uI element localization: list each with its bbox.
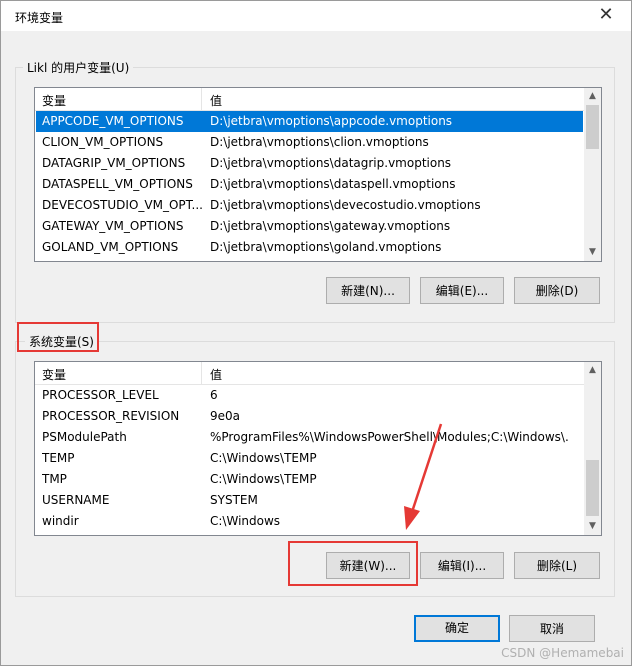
- variable-value: D:\jetbra\vmoptions\datagrip.vmoptions: [210, 156, 452, 170]
- ok-button[interactable]: 确定: [414, 615, 500, 642]
- variable-value: D:\jetbra\vmoptions\appcode.vmoptions: [210, 114, 453, 128]
- variable-value: 6: [210, 388, 218, 402]
- variable-name: TEMP: [42, 451, 75, 465]
- list-row[interactable]: GATEWAY_VM_OPTIONS D:\jetbra\vmoptions\ga…: [36, 216, 583, 237]
- scrollbar-thumb[interactable]: [586, 460, 599, 516]
- variable-name: DEVECOSTUDIO_VM_OPT...: [42, 198, 202, 212]
- scroll-down-icon[interactable]: ▼: [584, 244, 601, 261]
- variable-name: PSModulePath: [42, 430, 127, 444]
- variable-value: D:\jetbra\vmoptions\dataspell.vmoptions: [210, 177, 456, 191]
- list-row[interactable]: GOLAND_VM_OPTIONS D:\jetbra\vmoptions\gol…: [36, 237, 583, 258]
- user-variables-list[interactable]: 变量 值 APPCODE_VM_OPTIONS D:\jetbra\vmoptio…: [34, 87, 602, 262]
- column-divider[interactable]: [201, 362, 202, 384]
- list-header: 变量 值: [35, 362, 584, 385]
- variable-name: GOLAND_VM_OPTIONS: [42, 240, 179, 254]
- list-row[interactable]: APPCODE_VM_OPTIONS D:\jetbra\vmoptions\ap…: [36, 111, 583, 132]
- watermark: CSDN @Hemamebai: [501, 646, 624, 660]
- scrollbar-thumb[interactable]: [586, 105, 599, 149]
- list-row[interactable]: CLION_VM_OPTIONS D:\jetbra\vmoptions\clio…: [36, 132, 583, 153]
- system-variables-list[interactable]: 变量 值 PROCESSOR_LEVEL 6 PROCESSOR_REVISION 9…: [34, 361, 602, 536]
- cancel-button[interactable]: 取消: [509, 615, 595, 642]
- variable-name: windir: [42, 514, 79, 528]
- scroll-up-icon[interactable]: ▲: [584, 362, 601, 379]
- user-edit-button[interactable]: 编辑(E)...: [420, 277, 504, 304]
- variable-name: PROCESSOR_REVISION: [42, 409, 180, 423]
- vertical-scrollbar[interactable]: ▲ ▼: [584, 362, 601, 535]
- column-divider[interactable]: [201, 88, 202, 110]
- user-delete-button[interactable]: 删除(D): [514, 277, 600, 304]
- variable-value: %ProgramFiles%\WindowsPowerShell\Modules…: [210, 430, 570, 444]
- dialog-title: 环境变量: [15, 11, 64, 25]
- scroll-down-icon[interactable]: ▼: [584, 518, 601, 535]
- variable-value: D:\jetbra\vmoptions\goland.vmoptions: [210, 240, 442, 254]
- user-new-button[interactable]: 新建(N)...: [326, 277, 410, 304]
- variable-name: APPCODE_VM_OPTIONS: [42, 114, 184, 128]
- variable-name: PROCESSOR_LEVEL: [42, 388, 159, 402]
- variable-value: D:\jetbra\vmoptions\clion.vmoptions: [210, 135, 429, 149]
- system-delete-button[interactable]: 删除(L): [514, 552, 600, 579]
- system-edit-button[interactable]: 编辑(I)...: [420, 552, 504, 579]
- list-row[interactable]: USERNAME SYSTEM: [36, 490, 583, 511]
- variable-value: SYSTEM: [210, 493, 258, 507]
- variable-value: C:\Windows\TEMP: [210, 472, 317, 486]
- column-header-variable[interactable]: 变量: [42, 92, 66, 109]
- list-row[interactable]: PROCESSOR_LEVEL 6: [36, 385, 583, 406]
- variable-name: CLION_VM_OPTIONS: [42, 135, 164, 149]
- variable-value: D:\jetbra\vmoptions\devecostudio.vmoptio…: [210, 198, 481, 212]
- list-row[interactable]: DEVECOSTUDIO_VM_OPT... D:\jetbra\vmoption…: [36, 195, 583, 216]
- column-header-variable[interactable]: 变量: [42, 366, 66, 383]
- variable-name: DATAGRIP_VM_OPTIONS: [42, 156, 186, 170]
- column-header-value[interactable]: 值: [210, 366, 222, 383]
- list-row[interactable]: DATASPELL_VM_OPTIONS D:\jetbra\vmoptions\…: [36, 174, 583, 195]
- list-row[interactable]: TMP C:\Windows\TEMP: [36, 469, 583, 490]
- list-row[interactable]: windir C:\Windows: [36, 511, 583, 532]
- variable-value: C:\Windows\TEMP: [210, 451, 317, 465]
- close-icon[interactable]: ✕: [595, 4, 617, 26]
- vertical-scrollbar[interactable]: ▲ ▼: [584, 88, 601, 261]
- column-header-value[interactable]: 值: [210, 92, 222, 109]
- list-row[interactable]: DATAGRIP_VM_OPTIONS D:\jetbra\vmoptions\d…: [36, 153, 583, 174]
- annotation-box-new-button: [288, 541, 418, 586]
- variable-value: 9e0a: [210, 409, 241, 423]
- variable-name: TMP: [42, 472, 67, 486]
- title-bar: 环境变量 ✕: [1, 1, 631, 31]
- list-header: 变量 值: [35, 88, 584, 111]
- scroll-up-icon[interactable]: ▲: [584, 88, 601, 105]
- variable-name: DATASPELL_VM_OPTIONS: [42, 177, 193, 191]
- variable-name: GATEWAY_VM_OPTIONS: [42, 219, 184, 233]
- user-variables-label: Likl 的用户变量(U): [23, 59, 134, 76]
- variable-name: USERNAME: [42, 493, 110, 507]
- list-row[interactable]: PROCESSOR_REVISION 9e0a: [36, 406, 583, 427]
- annotation-box-system-label: [17, 322, 99, 352]
- list-row[interactable]: PSModulePath %ProgramFiles%\WindowsPowerS…: [36, 427, 583, 448]
- list-row[interactable]: TEMP C:\Windows\TEMP: [36, 448, 583, 469]
- variable-value: D:\jetbra\vmoptions\gateway.vmoptions: [210, 219, 451, 233]
- variable-value: C:\Windows: [210, 514, 281, 528]
